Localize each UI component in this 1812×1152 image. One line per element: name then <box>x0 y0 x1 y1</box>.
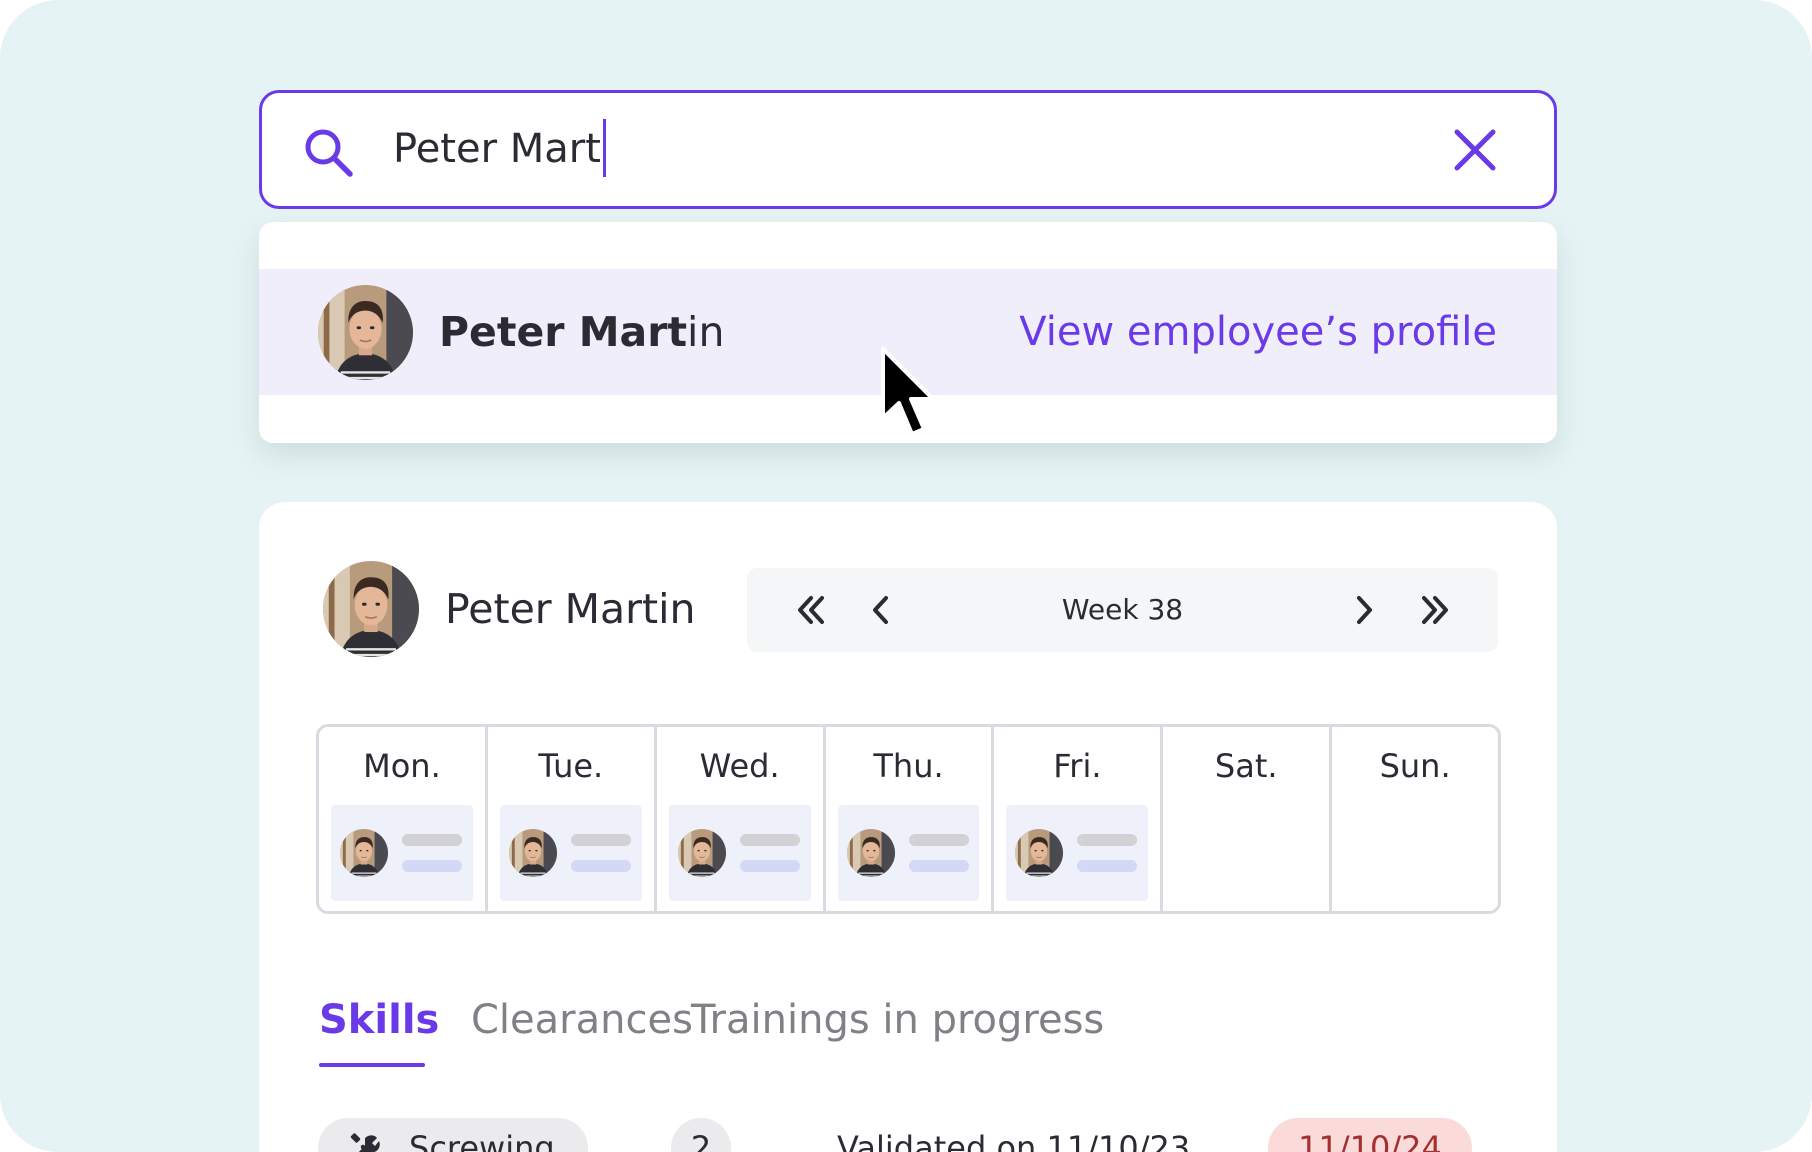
search-icon <box>305 129 353 177</box>
avatar <box>340 829 388 877</box>
calendar-day[interactable]: Sat. <box>1163 727 1333 911</box>
search-result-name: Peter Martin <box>439 269 724 395</box>
mouse-pointer-icon <box>881 347 935 436</box>
week-navigator: Week 38 <box>747 568 1498 652</box>
shift-card[interactable] <box>837 805 980 901</box>
calendar-day-label: Thu. <box>873 747 944 785</box>
close-icon[interactable] <box>1453 128 1497 172</box>
calendar-day-label: Sat. <box>1214 747 1278 785</box>
tools-icon <box>350 1133 380 1152</box>
shift-placeholder-line <box>570 834 631 846</box>
skill-name: Screwing <box>409 1129 555 1152</box>
calendar-day-label: Fri. <box>1053 747 1102 785</box>
shift-placeholder-line <box>739 860 800 872</box>
shift-card[interactable] <box>499 805 642 901</box>
calendar-day[interactable]: Fri. <box>994 727 1164 911</box>
avatar <box>847 829 895 877</box>
shift-placeholder-line <box>402 834 462 846</box>
shift-placeholder-line <box>402 860 462 872</box>
chevron-right-icon[interactable] <box>1344 590 1384 630</box>
text-caret <box>602 119 606 177</box>
avatar <box>323 561 419 657</box>
tab-clearances[interactable]: Clearances <box>471 992 693 1048</box>
employee-profile-card: Peter Martin Week 38 Mon. Tue. Wed. Thu. Fri… <box>259 502 1557 1152</box>
chevron-left-icon[interactable] <box>861 590 901 630</box>
search-input-value: Peter Mart <box>393 126 601 172</box>
week-label: Week 38 <box>1061 593 1184 626</box>
week-calendar: Mon. Tue. Wed. Thu. Fri. Sat. Sun. <box>316 724 1501 914</box>
calendar-day-label: Sun. <box>1379 747 1451 785</box>
search-bar[interactable]: Peter Mart <box>259 90 1557 209</box>
tab-trainings[interactable]: Trainings in progress <box>691 992 1104 1048</box>
shift-placeholder-line <box>908 834 969 846</box>
avatar <box>678 829 726 877</box>
shift-card[interactable] <box>331 805 473 901</box>
skill-expiry-badge: 11/10/24 <box>1268 1118 1472 1152</box>
skill-validated-date: Validated on 11/10/23 <box>837 1129 1191 1152</box>
shift-placeholder-line <box>739 834 800 846</box>
app-background: Peter Mart Peter Martin View employee’s … <box>0 0 1812 1152</box>
employee-name: Peter Martin <box>445 585 696 633</box>
calendar-day[interactable]: Wed. <box>657 727 826 911</box>
double-chevron-right-icon[interactable] <box>1415 590 1455 630</box>
avatar <box>318 285 413 380</box>
shift-placeholder-line <box>908 860 969 872</box>
active-tab-indicator <box>319 1063 425 1067</box>
calendar-day[interactable]: Mon. <box>319 727 488 911</box>
double-chevron-left-icon[interactable] <box>791 590 831 630</box>
calendar-day[interactable]: Thu. <box>826 727 995 911</box>
search-input[interactable]: Peter Mart <box>393 93 606 206</box>
calendar-day-label: Wed. <box>699 747 780 785</box>
skill-count-badge: 2 <box>671 1118 731 1152</box>
calendar-day[interactable]: Sun. <box>1332 727 1498 911</box>
avatar <box>509 829 557 877</box>
calendar-day-label: Tue. <box>538 747 604 785</box>
search-result-name-match: Peter Mart <box>439 308 688 356</box>
shift-card[interactable] <box>1006 805 1149 901</box>
shift-placeholder-line <box>570 860 631 872</box>
skill-chip[interactable]: Screwing <box>318 1118 588 1152</box>
shift-placeholder-line <box>1077 860 1138 872</box>
shift-card[interactable] <box>668 805 811 901</box>
tab-skills[interactable]: Skills <box>319 992 439 1048</box>
avatar <box>1015 829 1063 877</box>
search-result-name-rest: in <box>687 308 725 356</box>
calendar-day-label: Mon. <box>363 747 441 785</box>
calendar-day[interactable]: Tue. <box>488 727 657 911</box>
shift-placeholder-line <box>1077 834 1138 846</box>
view-profile-link[interactable]: View employee’s profile <box>1019 269 1497 395</box>
